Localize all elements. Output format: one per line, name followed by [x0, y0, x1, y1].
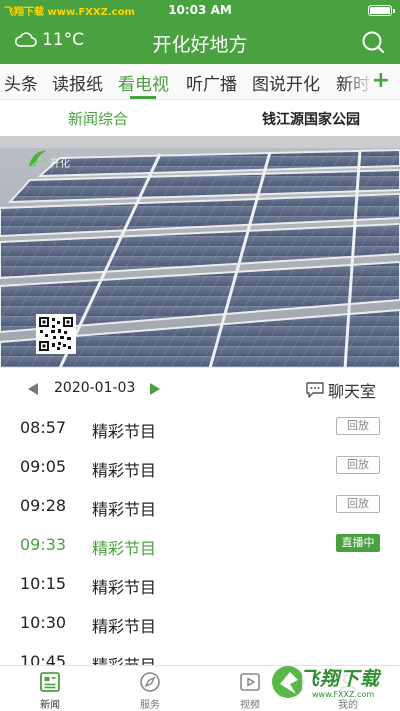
chat-bubble-icon	[306, 382, 324, 398]
chat-room-button[interactable]: 聊天室	[305, 378, 376, 402]
channel-tab-radio[interactable]: 听广播	[186, 70, 237, 95]
schedule-row[interactable]: 08:57 精彩节目 回放	[0, 410, 400, 449]
search-icon[interactable]	[360, 29, 386, 55]
program-title: 精彩节目	[92, 652, 156, 665]
schedule-row[interactable]: 10:30 精彩节目	[0, 605, 400, 644]
schedule-row[interactable]: 09:28 精彩节目 回放	[0, 488, 400, 527]
replay-button[interactable]: 回放	[336, 495, 380, 513]
add-channel-button[interactable]: +	[372, 70, 390, 92]
channel-tab-photo-kaihua[interactable]: 图说开化	[252, 70, 320, 95]
tab-news[interactable]: 新闻	[20, 670, 80, 711]
video-player[interactable]: 开化	[0, 136, 400, 368]
channel-tab-headlines[interactable]: 头条	[4, 70, 38, 95]
program-time: 09:28	[20, 496, 67, 515]
schedule-row-live[interactable]: 09:33 精彩节目 直播中	[0, 527, 400, 566]
channel-tab-newspaper[interactable]: 读报纸	[52, 70, 103, 95]
tab-services[interactable]: 服务	[120, 670, 180, 711]
program-title: 精彩节目	[92, 500, 157, 519]
program-time: 10:30	[20, 613, 67, 632]
tab-news-label: 新闻	[40, 700, 60, 711]
program-time: 09:05	[20, 457, 67, 476]
app-header: 11°C 开化好地方	[0, 20, 400, 64]
subtab-news-general[interactable]: 新闻综合	[68, 108, 128, 129]
schedule-row[interactable]: 10:15 精彩节目	[0, 566, 400, 605]
program-time: 10:45	[20, 652, 67, 665]
subtab-qianjiangyuan-park[interactable]: 钱江源国家公园	[262, 109, 360, 129]
channel-tabs: 头条 读报纸 看电视 听广播 图说开化 新时	[0, 64, 400, 100]
watermark-url: www.FXXZ.com	[312, 690, 375, 699]
watermark-title: 飞翔下载	[300, 668, 381, 690]
program-schedule: 08:57 精彩节目 回放 09:05 精彩节目 回放 09:28 精彩节目 回…	[0, 410, 400, 665]
program-title: 精彩节目	[92, 578, 157, 597]
selected-date: 2020-01-03	[54, 380, 136, 396]
station-logo-text: 开化	[50, 159, 70, 170]
play-icon	[240, 673, 260, 691]
tab-services-label: 服务	[140, 700, 160, 711]
compass-icon	[140, 672, 160, 692]
news-icon	[40, 672, 60, 692]
program-time: 09:33	[20, 535, 67, 554]
replay-button[interactable]: 回放	[336, 456, 380, 474]
chat-room-label: 聊天室	[327, 382, 376, 401]
program-title: 精彩节目	[92, 461, 157, 480]
replay-button[interactable]: 回放	[336, 417, 380, 435]
status-bar: 飞翔下载 www.FXXZ.com 10:03 AM	[0, 0, 400, 20]
status-time: 10:03 AM	[168, 3, 232, 17]
battery-icon	[368, 5, 395, 16]
program-time: 08:57	[20, 418, 67, 437]
channel-fade	[344, 64, 374, 99]
schedule-row[interactable]: 09:05 精彩节目 回放	[0, 449, 400, 488]
channel-active-indicator	[130, 96, 156, 99]
live-badge[interactable]: 直播中	[336, 534, 380, 552]
station-logo-icon	[29, 150, 47, 168]
tab-video-label: 视频	[240, 700, 260, 711]
program-title: 精彩节目	[92, 539, 157, 558]
next-day-arrow-icon[interactable]	[150, 383, 160, 395]
channel-tab-tv[interactable]: 看电视	[118, 70, 169, 95]
app-title: 开化好地方	[152, 34, 248, 56]
program-title: 精彩节目	[92, 422, 157, 441]
qr-code-icon	[36, 314, 76, 354]
program-title: 精彩节目	[92, 617, 157, 636]
previous-day-arrow-icon[interactable]	[28, 383, 38, 395]
program-time: 10:15	[20, 574, 67, 593]
date-selector-bar: 2020-01-03 聊天室	[0, 368, 400, 410]
tv-sub-tabs: 新闻综合 钱江源国家公园	[0, 100, 400, 136]
